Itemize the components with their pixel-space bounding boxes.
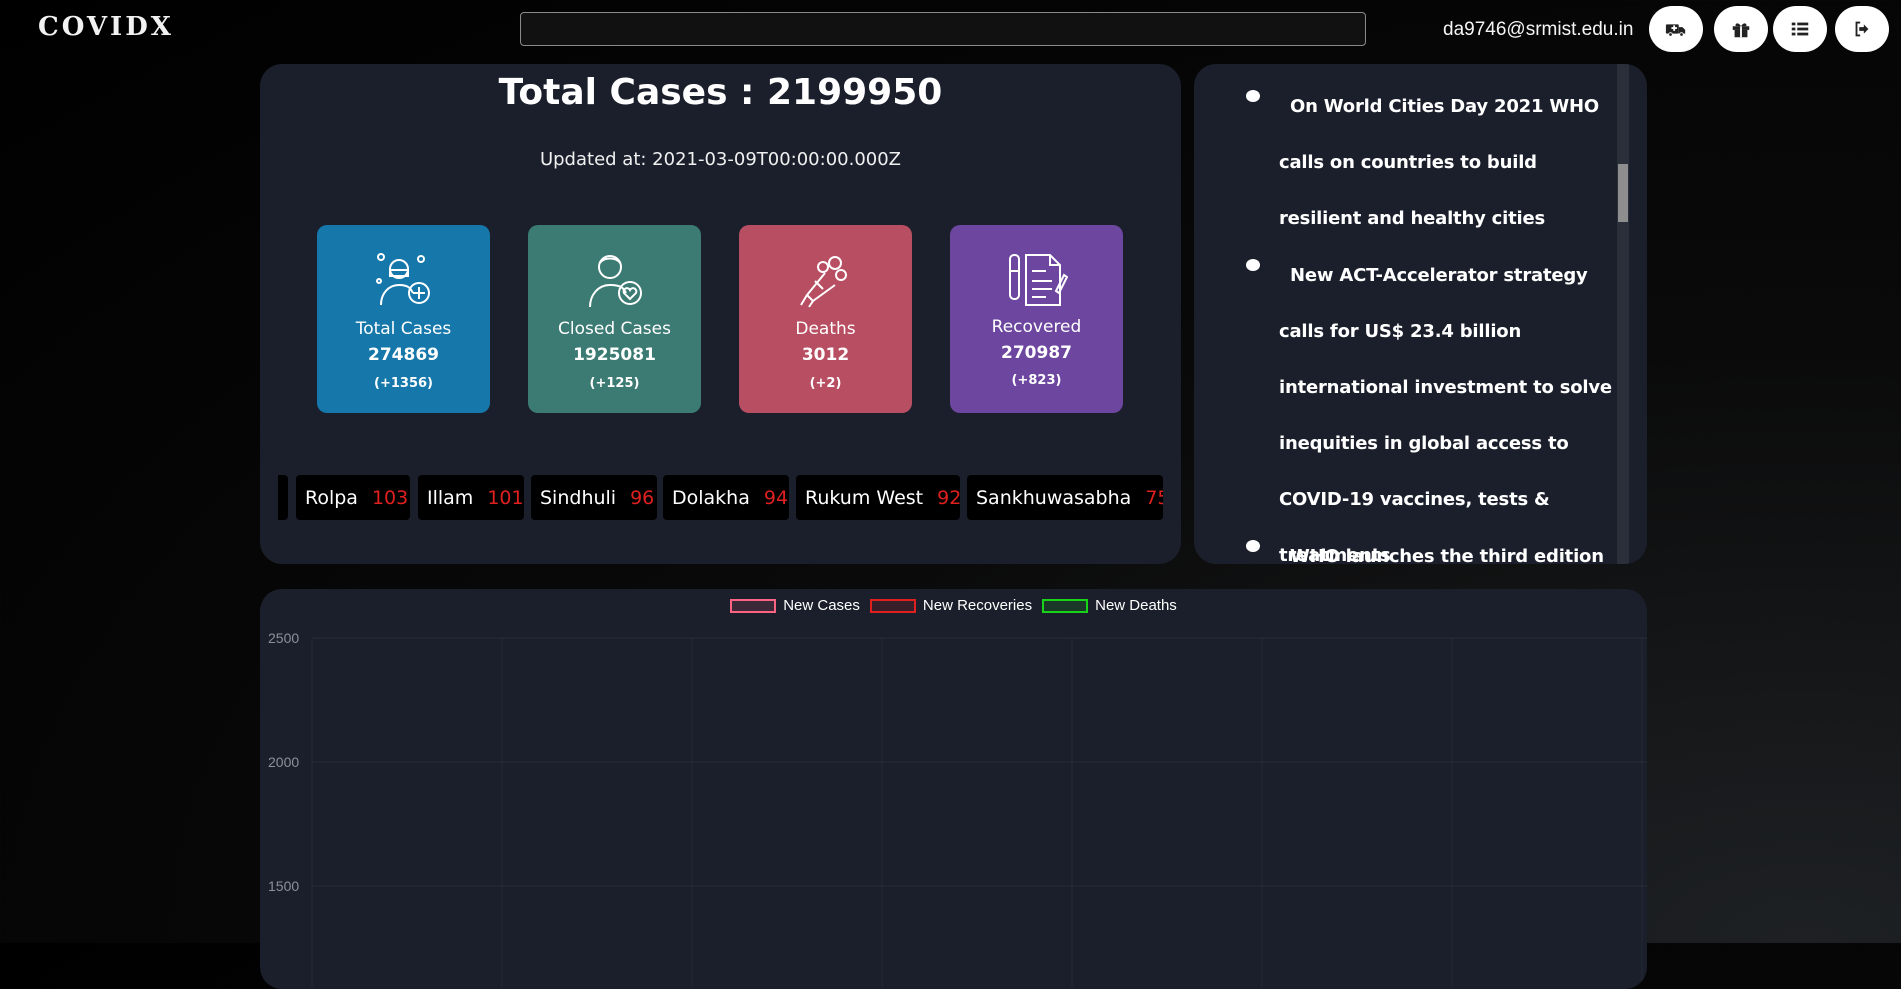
app-logo[interactable]: COVIDX bbox=[38, 12, 174, 42]
card-value: 1925081 bbox=[573, 345, 656, 365]
ticker-count: 3 bbox=[278, 487, 279, 509]
news-item[interactable]: On World Cities Day 2021 WHO calls on co… bbox=[1246, 79, 1614, 247]
legend-new-deaths[interactable]: New Deaths bbox=[1042, 597, 1177, 614]
y-tick-label: 2500 bbox=[268, 630, 299, 646]
card-value: 3012 bbox=[801, 345, 850, 365]
ticker-name: Sankhuwasabha bbox=[976, 486, 1132, 509]
legend-label: New Deaths bbox=[1095, 597, 1177, 614]
ticker-name: Rukum West bbox=[805, 486, 924, 509]
closed-cases-card[interactable]: Closed Cases 1925081 (+125) bbox=[528, 225, 701, 413]
card-change: (+125) bbox=[589, 376, 640, 391]
district-ticker: 3 Rolpa 103 Illam 101 Sindhuli 96 Dolakha 94… bbox=[278, 475, 1163, 520]
heart-person-icon bbox=[589, 255, 642, 308]
card-label: Closed Cases bbox=[558, 319, 671, 339]
ticker-count: 103 bbox=[371, 486, 409, 509]
legend-label: New Cases bbox=[783, 597, 860, 614]
news-item[interactable]: WHO launches the third edition bbox=[1246, 529, 1614, 564]
card-label: Total Cases bbox=[355, 319, 452, 339]
news-text: On World Cities Day 2021 WHO calls on co… bbox=[1279, 96, 1600, 229]
news-scrollbar-thumb[interactable] bbox=[1618, 164, 1628, 222]
ticker-name: Dolakha bbox=[672, 486, 750, 509]
y-tick-label: 2000 bbox=[268, 754, 299, 770]
gift-button[interactable] bbox=[1714, 6, 1768, 52]
news-text: New ACT-Accelerator strategy calls for U… bbox=[1279, 265, 1612, 564]
card-value: 270987 bbox=[1001, 343, 1072, 363]
user-email: da9746@srmist.edu.in bbox=[1443, 19, 1634, 40]
ticker-chip[interactable]: Sindhuli 96 bbox=[531, 475, 657, 520]
stats-panel: Total Cases : 2199950 Updated at: 2021-0… bbox=[260, 64, 1181, 564]
card-change: (+823) bbox=[1011, 373, 1062, 388]
chart-legend: New Cases New Recoveries New Deaths bbox=[260, 597, 1647, 614]
ticker-chip[interactable]: Dolakha 94 bbox=[663, 475, 789, 520]
legend-swatch bbox=[869, 598, 916, 613]
logout-icon bbox=[1855, 21, 1869, 37]
news-scrollbar[interactable] bbox=[1617, 64, 1629, 564]
flowers-icon bbox=[800, 256, 847, 308]
ticker-count: 101 bbox=[487, 486, 524, 509]
legend-label: New Recoveries bbox=[922, 597, 1033, 614]
total-cases-title: Total Cases : 2199950 bbox=[498, 72, 943, 113]
ticker-count: 75 bbox=[1145, 486, 1163, 509]
bullet-icon bbox=[1246, 90, 1260, 102]
bullet-icon bbox=[1246, 540, 1260, 552]
deaths-card[interactable]: Deaths 3012 (+2) bbox=[739, 225, 912, 413]
updated-at: Updated at: 2021-03-09T00:00:00.000Z bbox=[539, 149, 902, 170]
ticker-chip[interactable]: 3 bbox=[278, 475, 288, 520]
legend-swatch bbox=[730, 598, 777, 613]
y-tick-label: 1500 bbox=[268, 878, 299, 894]
line-chart: 2500 2000 1500 bbox=[268, 630, 1647, 987]
ticker-count: 96 bbox=[630, 486, 655, 509]
chart-panel: New Cases New Recoveries New Deaths 2500… bbox=[260, 589, 1647, 989]
ambulance-button[interactable] bbox=[1649, 6, 1703, 52]
ticker-count: 92 bbox=[937, 486, 962, 509]
patient-icon bbox=[376, 253, 430, 306]
ticker-name: Sindhuli bbox=[540, 486, 617, 509]
ticker-chip[interactable]: Rukum West 92 bbox=[796, 475, 962, 520]
news-text: WHO launches the third edition bbox=[1290, 546, 1604, 564]
card-change: (+2) bbox=[809, 376, 842, 391]
ticker-count: 94 bbox=[763, 486, 789, 509]
list-button[interactable] bbox=[1773, 6, 1827, 52]
legend-new-cases[interactable]: New Cases bbox=[730, 597, 860, 614]
ticker-name: Illam bbox=[427, 486, 474, 509]
news-item[interactable]: New ACT-Accelerator strategy calls for U… bbox=[1246, 248, 1614, 564]
card-label: Deaths bbox=[795, 319, 856, 339]
gift-icon bbox=[1732, 23, 1750, 38]
ticker-chip[interactable]: Illam 101 bbox=[418, 475, 524, 520]
legend-new-recoveries[interactable]: New Recoveries bbox=[869, 597, 1033, 614]
ticker-chip[interactable]: Rolpa 103 bbox=[296, 475, 410, 520]
news-panel[interactable]: On World Cities Day 2021 WHO calls on co… bbox=[1194, 64, 1647, 564]
card-change: (+1356) bbox=[374, 376, 433, 391]
legend-swatch bbox=[1042, 598, 1089, 613]
ambulance-icon bbox=[1665, 24, 1686, 37]
logout-button[interactable] bbox=[1835, 6, 1889, 52]
search-input[interactable] bbox=[520, 12, 1366, 46]
bullet-icon bbox=[1246, 259, 1260, 271]
recovered-card[interactable]: Recovered 270987 (+823) bbox=[950, 225, 1123, 413]
list-icon bbox=[1791, 22, 1809, 36]
total-cases-card[interactable]: Total Cases 274869 (+1356) bbox=[317, 225, 490, 413]
report-icon bbox=[1009, 254, 1068, 306]
card-label: Recovered bbox=[991, 317, 1082, 337]
ticker-chip[interactable]: Sankhuwasabha 75 bbox=[967, 475, 1163, 520]
card-value: 274869 bbox=[368, 345, 439, 365]
ticker-name: Rolpa bbox=[305, 486, 358, 509]
